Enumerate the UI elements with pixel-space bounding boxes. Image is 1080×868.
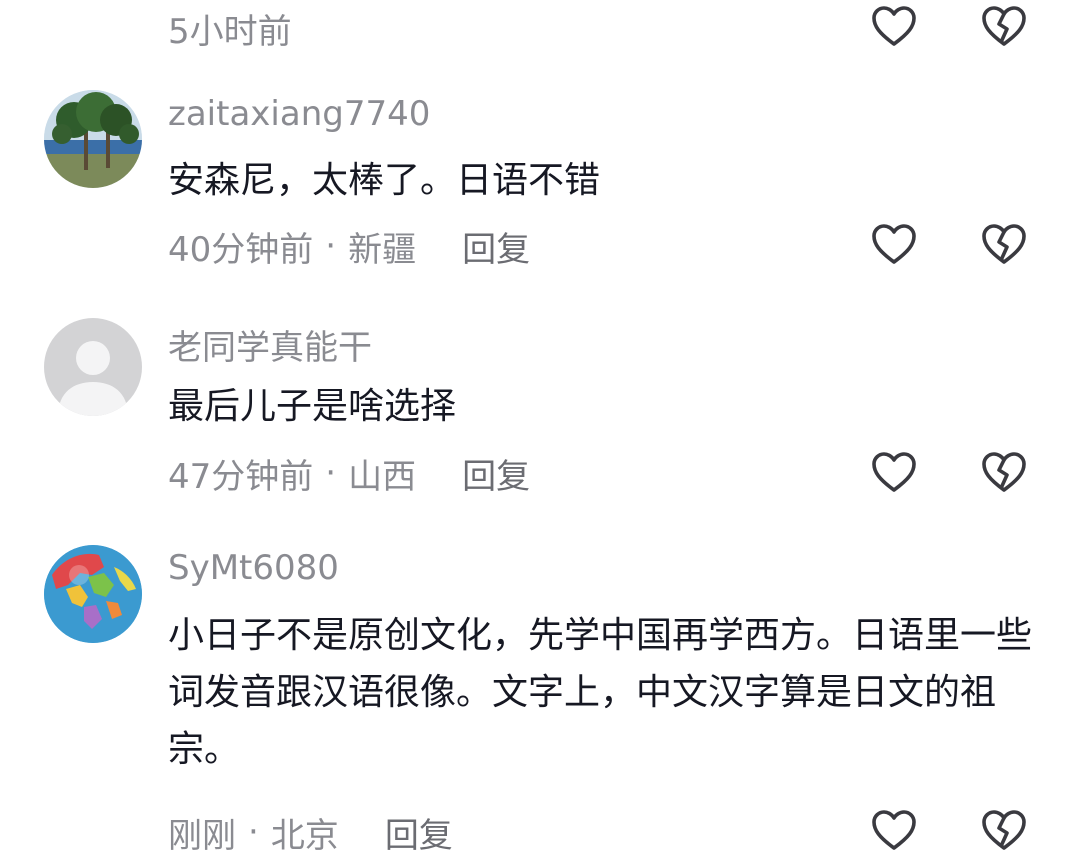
reply-button[interactable]: 回复 <box>462 222 530 271</box>
comment-time: 40分钟前 <box>168 229 314 270</box>
like-button[interactable] <box>871 222 917 268</box>
avatar[interactable] <box>44 90 142 188</box>
separator-dot: · <box>325 453 337 493</box>
comment-meta: 刚刚 · 北京 回复 <box>168 808 453 857</box>
default-person-avatar <box>44 318 142 416</box>
username[interactable]: zaitaxiang7740 <box>168 94 430 134</box>
avatar[interactable] <box>44 545 142 643</box>
like-button[interactable] <box>871 450 917 496</box>
username[interactable]: SyMt6080 <box>168 548 339 588</box>
comment-meta-partial: 5小时前 <box>168 6 292 52</box>
comment-text: 最后儿子是啥选择 <box>168 386 457 427</box>
comment-location: 新疆 <box>348 229 417 270</box>
dislike-button[interactable] <box>981 222 1027 268</box>
separator-dot: · <box>325 226 337 266</box>
separator-dot: · <box>248 812 259 852</box>
comment-meta: 47分钟前 · 山西 回复 <box>168 449 530 498</box>
globe-avatar <box>44 545 142 643</box>
dislike-button[interactable] <box>981 450 1027 496</box>
heart-outline-icon <box>872 224 916 264</box>
like-button[interactable] <box>871 4 917 50</box>
avatar[interactable] <box>44 318 142 416</box>
comment-time: 刚刚 <box>168 815 236 856</box>
heart-outline-icon <box>872 6 916 46</box>
heart-outline-icon <box>872 452 916 492</box>
reply-button[interactable]: 回复 <box>385 808 453 857</box>
reply-button[interactable]: 回复 <box>462 449 530 498</box>
comment-text: 安森尼，太棒了。日语不错 <box>168 160 601 201</box>
comment-text: 小日子不是原创文化，先学中国再学西方。日语里一些词发音跟汉语很像。文字上，中文汉… <box>168 615 1033 770</box>
landscape-trees-avatar <box>44 90 142 188</box>
dislike-button[interactable] <box>981 4 1027 50</box>
broken-heart-icon <box>982 452 1026 492</box>
comment-time: 47分钟前 <box>168 456 314 497</box>
comment-time: 5小时前 <box>168 11 292 52</box>
comment-location: 山西 <box>348 456 417 497</box>
comment-meta: 40分钟前 · 新疆 回复 <box>168 222 530 271</box>
username[interactable]: 老同学真能干 <box>168 320 372 369</box>
comment-location: 北京 <box>270 815 339 856</box>
broken-heart-icon <box>982 224 1026 264</box>
broken-heart-icon <box>982 6 1026 46</box>
dislike-button[interactable] <box>981 808 1027 854</box>
heart-outline-icon <box>872 810 916 850</box>
like-button[interactable] <box>871 808 917 854</box>
broken-heart-icon <box>982 810 1026 850</box>
